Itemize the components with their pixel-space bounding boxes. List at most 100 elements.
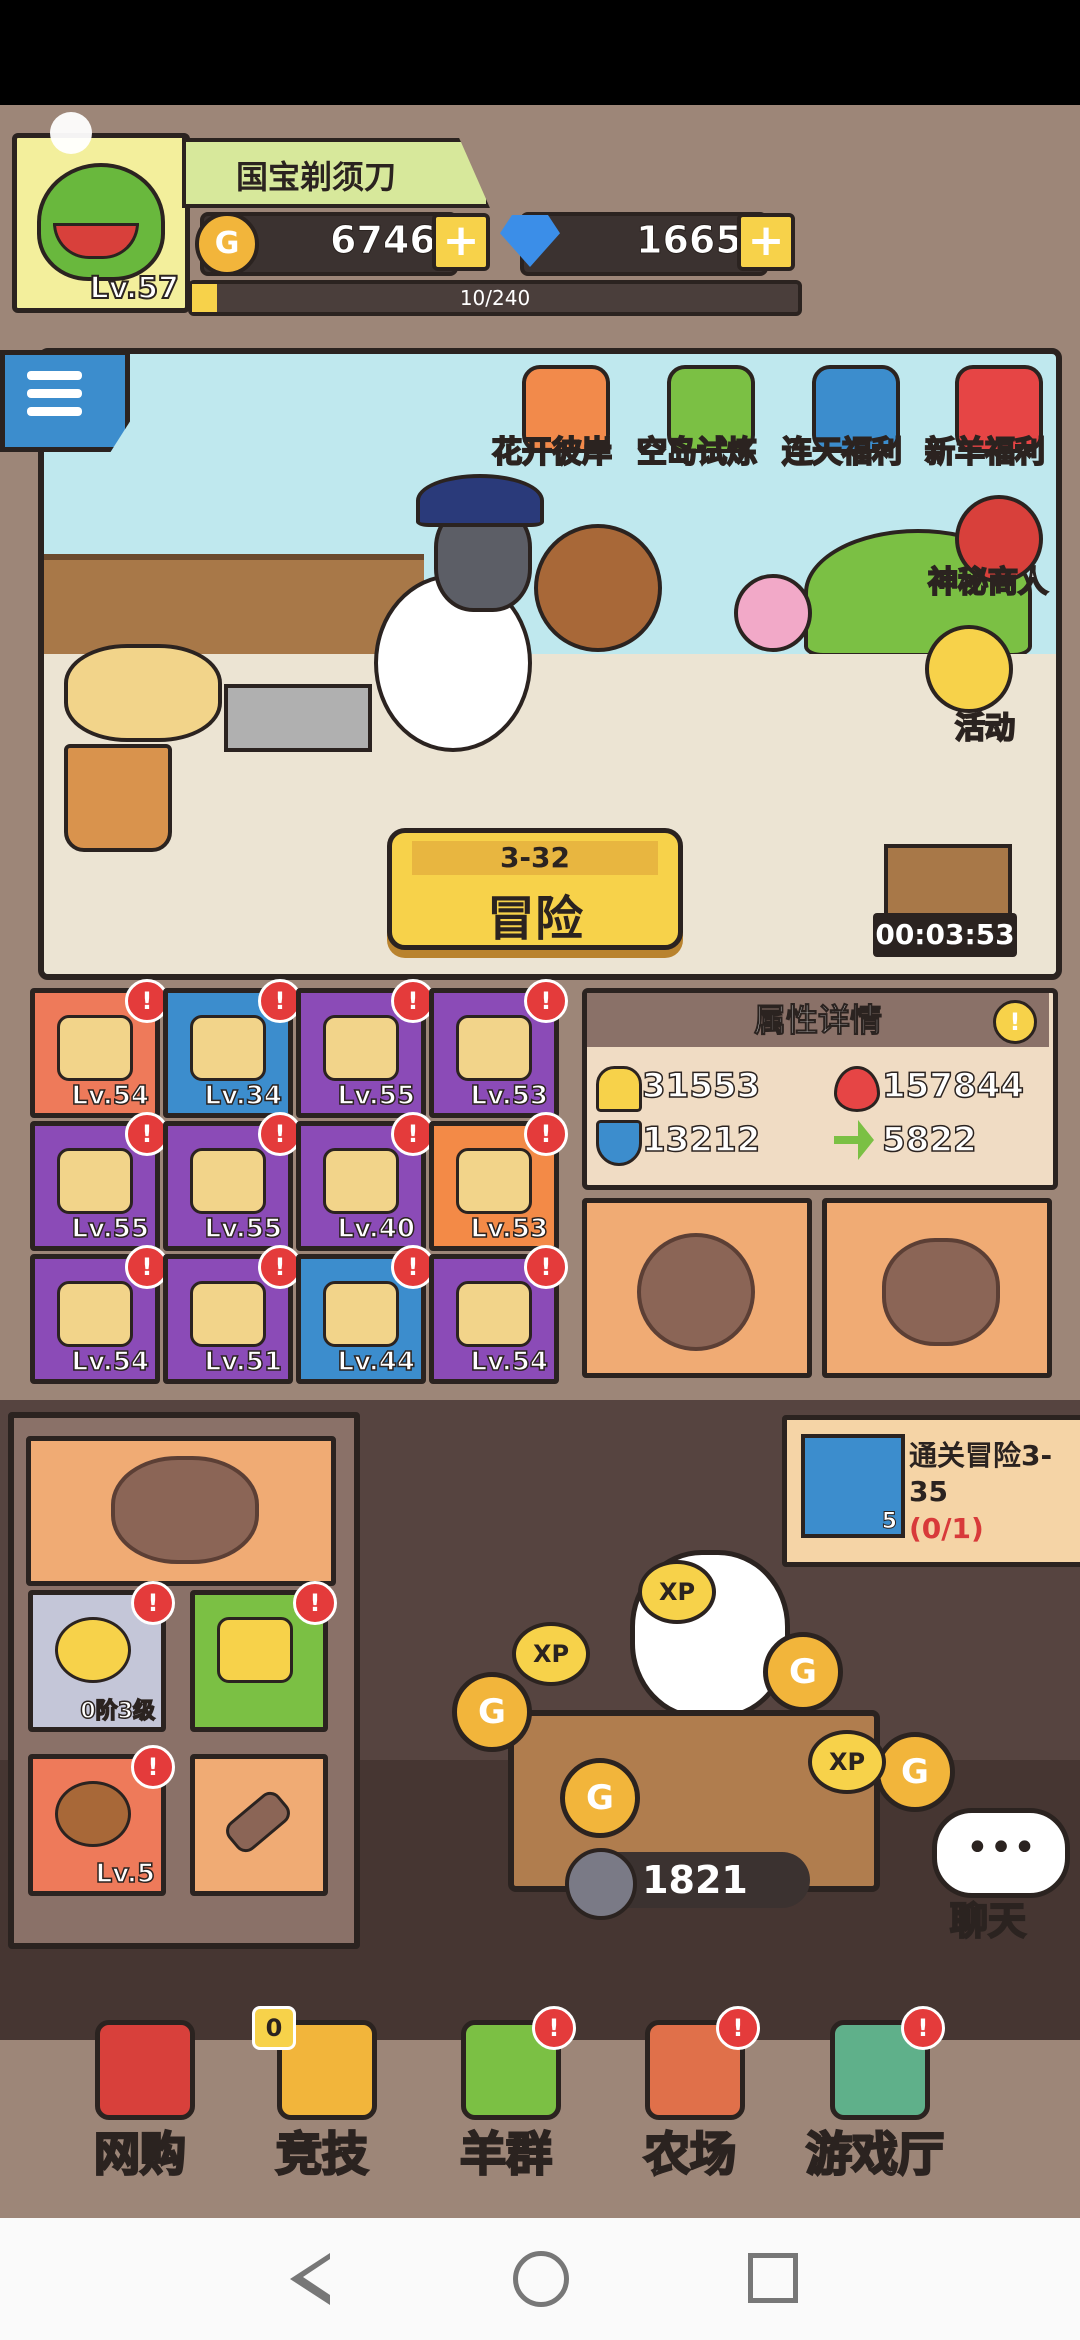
event-label: 神秘商人 (927, 564, 1049, 601)
quest-title: 通关冒险3-35 (909, 1439, 1053, 1508)
xp-progress-bar: 10/240 (188, 280, 802, 316)
equipment-grid: Lv.54! Lv.34! Lv.55! Lv.53! Lv.55! Lv.55! Lv.4… (30, 979, 570, 1384)
equipment-slot[interactable]: Lv.40! (296, 1112, 435, 1251)
chat-bubble-icon[interactable]: ••• (932, 1808, 1070, 1898)
pet-slot[interactable]: Lv.5 ! (28, 1745, 175, 1896)
hedgehog-character[interactable] (534, 524, 662, 652)
nav-label: 羊群 (459, 2126, 554, 2183)
menu-line (27, 407, 82, 416)
defense-value: 13212 (641, 1119, 761, 1161)
alert-badge: ! (524, 1245, 568, 1289)
crocodile-avatar-icon (37, 163, 165, 281)
nav-item[interactable]: 游戏厅! (785, 2006, 965, 2182)
stop-sign-icon (190, 1015, 266, 1081)
nav-item[interactable]: 农场! (600, 2006, 780, 2182)
adventure-stage: 3-32 (412, 841, 658, 875)
coin-amount: 6746 (330, 218, 437, 263)
xp-orb-icon[interactable]: XP (638, 1560, 716, 1624)
equipment-slot[interactable]: Lv.55! (30, 1112, 169, 1251)
speed-value: 5822 (881, 1119, 977, 1161)
equipment-slot[interactable]: Lv.53! (429, 979, 568, 1118)
equipment-level: Lv.34 (204, 1080, 283, 1112)
nav-item[interactable]: 竞技 0 (232, 2006, 412, 2182)
treasure-chest-icon[interactable] (884, 844, 1012, 922)
back-icon-inner (303, 2259, 330, 2295)
xp-orb-icon[interactable]: XP (512, 1622, 590, 1686)
main-menu-button[interactable] (0, 350, 130, 452)
shield-icon (596, 1120, 642, 1166)
nav-badge: ! (716, 2006, 760, 2050)
equipment-level: Lv.51 (204, 1346, 283, 1378)
adventure-label: 冒险 (486, 891, 583, 947)
equipment-slot[interactable]: Lv.55! (296, 979, 435, 1118)
equipment-slot[interactable]: Lv.55! (163, 1112, 302, 1251)
halo-slot[interactable]: 0阶3级 ! (28, 1581, 175, 1732)
event-label: 空岛试炼 (636, 434, 758, 471)
home-icon[interactable] (513, 2251, 569, 2307)
cube-slot[interactable]: ! (190, 1581, 337, 1732)
bucket-icon (323, 1015, 399, 1081)
alert-badge: ! (131, 1745, 175, 1789)
stats-info-icon[interactable]: ! (993, 1000, 1037, 1044)
player-name-banner[interactable]: 国宝剃须刀 (182, 138, 490, 208)
nav-badge: 0 (252, 2006, 296, 2050)
pinwheel-icon (925, 625, 1013, 713)
pacifier-slot[interactable] (582, 1198, 812, 1378)
equipment-slot[interactable]: Lv.51! (163, 1245, 302, 1384)
quest-count: 5 (881, 1509, 897, 1535)
quest-card[interactable]: 5 通关冒险3-35 (0/1) (782, 1415, 1080, 1567)
wool-icon (882, 1238, 1000, 1346)
player-name: 国宝剃须刀 (236, 158, 397, 196)
rubiks-cube-icon (217, 1617, 293, 1683)
nav-badge: ! (901, 2006, 945, 2050)
feather-icon (57, 1015, 133, 1081)
equipment-slot[interactable]: Lv.53! (429, 1112, 568, 1251)
equipment-level: Lv.44 (337, 1346, 416, 1378)
pet-level: Lv.5 (95, 1858, 156, 1890)
add-coins-button[interactable]: + (432, 213, 490, 271)
chat-label[interactable]: 聊天 (949, 1890, 1027, 1945)
event-label: 活动 (954, 710, 1016, 747)
gold-coin-icon[interactable]: G (875, 1732, 955, 1812)
tools-slot[interactable] (190, 1754, 328, 1896)
muscle-icon (596, 1066, 642, 1112)
menu-line (27, 389, 82, 398)
equipment-slot[interactable]: Lv.54! (30, 1245, 169, 1384)
trough-icon (456, 1015, 532, 1081)
nav-item[interactable]: 羊群! (416, 2006, 596, 2182)
hp-value: 157844 (881, 1065, 1024, 1107)
event-label: 连天福利 (781, 434, 903, 471)
wrench-icon (221, 1786, 295, 1858)
gear-icon[interactable] (565, 1848, 637, 1920)
gem-amount: 1665 (636, 218, 743, 263)
quest-progress: (0/1) (909, 1512, 984, 1545)
wool-storage-slot[interactable] (26, 1436, 336, 1586)
nav-item[interactable]: 网购 (50, 2010, 230, 2182)
equipment-slot[interactable]: Lv.44! (296, 1245, 435, 1384)
add-gems-button[interactable]: + (737, 213, 795, 271)
gold-coin-icon[interactable]: G (452, 1672, 532, 1752)
hay-quest-icon: 5 (801, 1434, 905, 1538)
floating-assist-dot[interactable] (50, 112, 92, 154)
wool-slot[interactable] (822, 1198, 1052, 1378)
flower-icon (323, 1148, 399, 1214)
equipment-level: Lv.53 (470, 1080, 549, 1112)
gold-coin-icon[interactable]: G (763, 1632, 843, 1712)
equipment-slot[interactable]: Lv.54! (30, 979, 169, 1118)
equipment-slot[interactable]: Lv.34! (163, 979, 302, 1118)
recents-icon[interactable] (748, 2253, 798, 2303)
adventure-button[interactable]: 3-32 冒险 (387, 828, 683, 950)
gold-coin-icon[interactable]: G (560, 1758, 640, 1838)
gold-coin-icon: G (195, 212, 259, 276)
xp-orb-icon[interactable]: XP (808, 1730, 886, 1794)
hay-icon (190, 1148, 266, 1214)
pacifier-icon (637, 1233, 755, 1351)
equipment-slot[interactable]: Lv.54! (429, 1245, 568, 1384)
player-avatar[interactable]: Lv.57 (12, 133, 190, 313)
equipment-level: Lv.54 (470, 1346, 549, 1378)
nav-label: 网购 (93, 2126, 188, 2183)
hedgehog-pet-icon (55, 1781, 131, 1847)
stats-title: 属性详情 (753, 1001, 882, 1040)
pink-flower (734, 574, 812, 652)
alert-badge: ! (524, 1112, 568, 1156)
